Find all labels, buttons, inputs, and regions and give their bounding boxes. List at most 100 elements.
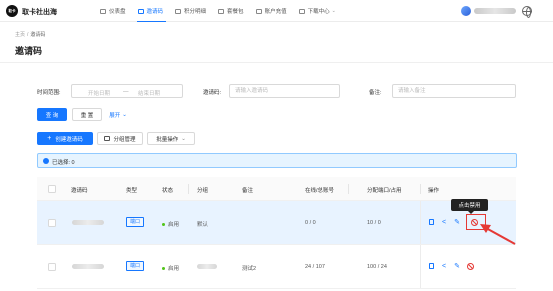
- folder-icon: [104, 136, 111, 141]
- remark-cell: 测试2: [242, 266, 257, 272]
- breadcrumb-home[interactable]: 主页: [15, 32, 25, 38]
- status-dot: [162, 223, 165, 227]
- arrow-head: [480, 224, 491, 233]
- col-group: 分组: [197, 188, 209, 194]
- ban-icon: [466, 262, 474, 270]
- col-invite-code: 邀请码: [71, 188, 88, 194]
- nav-item-dashboard[interactable]: 仪表盘: [95, 0, 133, 22]
- nav-item-points[interactable]: 积分明细: [170, 0, 213, 22]
- select-all-checkbox[interactable]: [48, 185, 56, 193]
- range-separator: —: [123, 89, 129, 95]
- detail-button[interactable]: [426, 217, 436, 227]
- date-range-picker[interactable]: 开始日期 — 结束日期: [71, 84, 183, 98]
- batch-label: 批量操作: [156, 136, 179, 143]
- edit-button[interactable]: ✎: [452, 261, 462, 271]
- logo[interactable]: 取卡: [6, 5, 18, 17]
- col-remark: 备注: [242, 188, 254, 194]
- detail-button[interactable]: [426, 261, 436, 271]
- selection-alert: 已选择: 0: [37, 153, 517, 168]
- row-checkbox[interactable]: [48, 219, 56, 227]
- col-online-total: 在线/总账号: [305, 188, 335, 194]
- divider: [0, 62, 553, 63]
- reset-button[interactable]: 重 置: [72, 108, 102, 121]
- dashboard-icon: [100, 9, 106, 14]
- nav-label: 账户充值: [264, 9, 287, 15]
- plus-icon: +: [47, 135, 52, 142]
- table-row: 端口 启用 默认 0 / 0 10 / 0 < ✎: [37, 201, 516, 245]
- status-dot: [162, 267, 165, 271]
- main-nav: 仪表盘 邀请码 积分明细 套餐包 账户充值 下载中心 ⌄: [95, 0, 343, 22]
- chevron-down-icon: ⌄: [181, 135, 186, 142]
- nav-item-recharge[interactable]: 账户充值: [251, 0, 294, 22]
- col-actions: 操作: [428, 188, 440, 194]
- share-button[interactable]: <: [439, 217, 449, 227]
- remark-input[interactable]: [392, 84, 516, 98]
- invite-code-input[interactable]: [229, 84, 340, 98]
- download-icon: [298, 9, 305, 14]
- col-type: 类型: [126, 188, 138, 194]
- expand-label: 展开: [109, 112, 121, 119]
- globe-icon[interactable]: [522, 6, 532, 18]
- status-text: 启用: [168, 222, 180, 228]
- status-cell: 启用: [162, 220, 179, 228]
- online-total-cell: 0 / 0: [305, 220, 316, 226]
- column-divider: [420, 184, 421, 194]
- remark-label: 备注:: [369, 90, 382, 96]
- logo-text: 取卡: [8, 8, 16, 13]
- status-text: 启用: [168, 266, 180, 272]
- brand-name[interactable]: 取卡社出海: [22, 7, 57, 17]
- breadcrumb-separator: /: [27, 32, 29, 38]
- nav-item-packages[interactable]: 套餐包: [213, 0, 251, 22]
- card-icon: [175, 9, 182, 14]
- group-manage-button[interactable]: 分组管理: [97, 132, 143, 145]
- arrow-shaft: [485, 227, 516, 245]
- port-quota-cell: 10 / 0: [367, 220, 381, 226]
- port-quota-cell: 100 / 24: [367, 264, 387, 270]
- avatar: [461, 6, 471, 16]
- invite-code-blurred: [72, 264, 104, 269]
- nav-item-invite-code[interactable]: 邀请码: [133, 0, 171, 22]
- column-divider: [420, 245, 421, 288]
- col-status: 状态: [162, 188, 174, 194]
- query-button[interactable]: 查 询: [37, 108, 67, 121]
- create-invite-code-button[interactable]: + 创建邀请码: [37, 132, 93, 145]
- table-row: 端口 启用 测试2 24 / 107 100 / 24 < ✎: [37, 245, 516, 289]
- group-blurred: [197, 264, 217, 269]
- column-divider: [420, 201, 421, 244]
- share-icon: [137, 9, 144, 14]
- nav-item-download[interactable]: 下载中心 ⌄: [294, 0, 343, 22]
- nav-label: 仪表盘: [109, 9, 126, 15]
- edit-button[interactable]: ✎: [452, 217, 462, 227]
- expand-filters-link[interactable]: 展开 ⌄: [104, 108, 132, 121]
- disable-button[interactable]: [465, 261, 475, 271]
- user-name-blurred: [474, 8, 516, 14]
- nav-label: 积分明细: [184, 9, 207, 15]
- batch-operation-dropdown[interactable]: 批量操作 ⌄: [147, 132, 195, 145]
- chevron-down-icon: ⌄: [331, 8, 336, 14]
- doc-icon: [428, 263, 434, 269]
- row-checkbox[interactable]: [48, 263, 56, 271]
- start-date-placeholder: 开始日期: [88, 91, 111, 97]
- col-port-quota: 分配端口/占用: [367, 188, 402, 194]
- page-title: 邀请码: [15, 46, 43, 56]
- chevron-down-icon: ⌄: [122, 111, 127, 118]
- share-icon: <: [441, 262, 447, 270]
- top-nav-bar: 取卡 取卡社出海 仪表盘 邀请码 积分明细 套餐包 账户充值 下载中心 ⌄: [0, 0, 553, 22]
- nav-label: 套餐包: [227, 9, 244, 15]
- nav-label: 邀请码: [146, 9, 164, 15]
- share-button[interactable]: <: [439, 261, 449, 271]
- type-tag: 端口: [126, 217, 145, 227]
- package-icon: [218, 9, 225, 14]
- doc-icon: [428, 219, 434, 225]
- info-icon: [43, 158, 49, 164]
- user-menu[interactable]: [461, 6, 519, 16]
- column-divider: [348, 184, 349, 194]
- column-divider: [188, 184, 189, 194]
- annotation-arrow-icon: [480, 224, 516, 245]
- edit-icon: ✎: [454, 262, 460, 270]
- breadcrumb-current: 邀请码: [30, 32, 46, 38]
- status-cell: 启用: [162, 264, 179, 272]
- group-label: 分组管理: [113, 136, 136, 143]
- tooltip: 点击禁用: [451, 199, 488, 214]
- online-total-cell: 24 / 107: [305, 264, 325, 270]
